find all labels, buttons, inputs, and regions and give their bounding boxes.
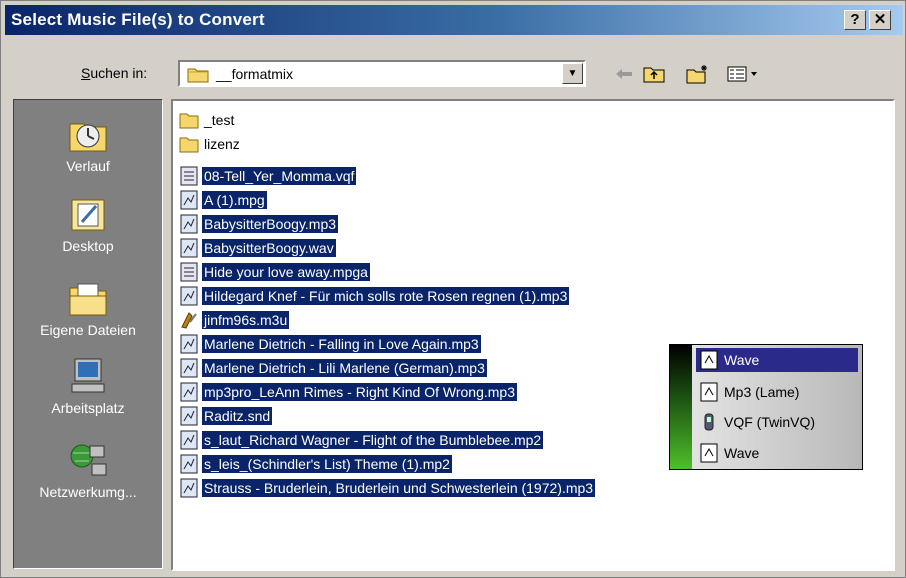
list-item[interactable]: Hide your love away.mpga [179, 261, 370, 283]
places-bar: Verlauf Desktop Eigene Dateien Arbeitspl… [13, 99, 163, 569]
audio-file-icon [180, 334, 198, 354]
list-item[interactable]: Raditz.snd [179, 405, 273, 427]
place-label: Arbeitsplatz [51, 400, 125, 416]
file-name: s_laut_Richard Wagner - Flight of the Bu… [202, 431, 544, 449]
file-name: 08-Tell_Yer_Momma.vqf [202, 167, 357, 185]
desktop-icon [71, 199, 105, 231]
file-name: BabysitterBoogy.wav [202, 239, 336, 257]
menu-item-wave[interactable]: Wave [696, 348, 858, 372]
file-name: lizenz [204, 136, 240, 152]
folder-icon [187, 66, 209, 86]
list-item[interactable]: A (1).mpg [179, 189, 267, 211]
list-item[interactable]: Marlene Dietrich - Lili Marlene (German)… [179, 357, 487, 379]
wave-icon [700, 382, 718, 402]
audio-file-icon [180, 454, 198, 474]
vqf-icon [704, 413, 714, 431]
audio-file-icon [180, 358, 198, 378]
menu-item-label: Wave [724, 352, 760, 368]
list-item[interactable]: BabysitterBoogy.wav [179, 237, 336, 259]
vqf-file-icon [180, 166, 198, 186]
file-name: Hildegard Knef - Für mich solls rote Ros… [202, 287, 570, 305]
wave-icon [700, 443, 718, 463]
close-button[interactable]: ✕ [869, 10, 891, 30]
list-item[interactable]: mp3pro_LeAnn Rimes - Right Kind Of Wrong… [179, 381, 517, 403]
list-item[interactable]: s_laut_Richard Wagner - Flight of the Bu… [179, 429, 544, 451]
list-item[interactable]: BabysitterBoogy.mp3 [179, 213, 339, 235]
list-item[interactable]: s_leis_(Schindler's List) Theme (1).mp2 [179, 453, 452, 475]
place-desktop[interactable]: Desktop [14, 194, 162, 254]
audio-file-icon [180, 430, 198, 450]
folder-icon [179, 113, 199, 129]
folder-icon [179, 137, 199, 153]
audio-file-icon [180, 286, 198, 306]
place-label: Verlauf [66, 158, 110, 174]
place-my-computer[interactable]: Arbeitsplatz [14, 356, 162, 416]
place-network[interactable]: Netzwerkumg... [14, 440, 162, 500]
vqf-file-icon [180, 262, 198, 282]
menu-item-mp3-lame[interactable]: Mp3 (Lame) [696, 380, 858, 404]
history-icon [69, 123, 107, 152]
look-in-accesskey: S [81, 65, 91, 81]
list-item[interactable]: 08-Tell_Yer_Momma.vqf [179, 165, 357, 187]
file-name: Raditz.snd [202, 407, 273, 425]
new-folder-icon [686, 65, 707, 84]
audio-file-icon [180, 478, 198, 498]
file-name: Strauss - Bruderlein, Bruderlein und Sch… [202, 479, 596, 497]
place-label: Desktop [62, 238, 114, 254]
network-icon [70, 444, 107, 476]
back-button[interactable] [611, 61, 637, 87]
file-name: jinfm96s.m3u [202, 311, 290, 329]
menu-item-label: Wave [724, 445, 760, 461]
file-name: Hide your love away.mpga [202, 263, 370, 281]
look-in-label: Suchen in: [81, 65, 147, 81]
wave-icon [700, 350, 718, 370]
view-list-icon [727, 66, 757, 82]
list-item[interactable]: Strauss - Bruderlein, Bruderlein und Sch… [179, 477, 596, 499]
window-title: Select Music File(s) to Convert [11, 10, 265, 29]
audio-file-icon [180, 382, 198, 402]
list-item[interactable]: lizenz [179, 133, 242, 155]
help-button[interactable]: ? [844, 10, 866, 30]
list-item[interactable]: Marlene Dietrich - Falling in Love Again… [179, 333, 481, 355]
look-in-dropdown[interactable]: __formatmix ▼ [178, 60, 586, 87]
list-item[interactable]: _test [179, 109, 236, 131]
menu-item-label: VQF (TwinVQ) [724, 414, 816, 430]
menu-item-vqf[interactable]: VQF (TwinVQ) [696, 410, 858, 434]
file-name: Marlene Dietrich - Lili Marlene (German)… [202, 359, 487, 377]
look-in-value: __formatmix [216, 66, 294, 82]
file-name: BabysitterBoogy.mp3 [202, 215, 339, 233]
place-label: Netzwerkumg... [39, 484, 137, 500]
my-computer-icon [71, 358, 105, 393]
look-in-label-text: uchen in: [90, 65, 148, 81]
list-item[interactable]: Hildegard Knef - Für mich solls rote Ros… [179, 285, 570, 307]
audio-file-icon [180, 406, 198, 426]
my-documents-icon [69, 283, 107, 316]
audio-file-icon [180, 214, 198, 234]
back-arrow-icon [616, 69, 632, 79]
view-menu-button[interactable] [725, 61, 761, 87]
place-history[interactable]: Verlauf [14, 114, 162, 174]
title-bar[interactable]: Select Music File(s) to Convert ? ✕ [5, 5, 903, 35]
place-my-documents[interactable]: Eigene Dateien [14, 278, 162, 338]
file-name: Marlene Dietrich - Falling in Love Again… [202, 335, 481, 353]
file-name: s_leis_(Schindler's List) Theme (1).mp2 [202, 455, 452, 473]
menu-item-label: Mp3 (Lame) [724, 384, 800, 400]
file-name: mp3pro_LeAnn Rimes - Right Kind Of Wrong… [202, 383, 517, 401]
audio-file-icon [180, 238, 198, 258]
audio-file-icon [180, 190, 198, 210]
select-music-dialog: Select Music File(s) to Convert ? ✕ Such… [0, 0, 906, 578]
new-folder-button[interactable] [685, 61, 711, 87]
format-popup-menu: Wave Mp3 (Lame) VQF (TwinVQ) Wave [669, 344, 863, 470]
place-label: Eigene Dateien [40, 322, 136, 338]
chevron-down-icon[interactable]: ▼ [562, 63, 583, 84]
file-list[interactable]: _test lizenz 08-Tell_Yer_Momma.vqf A (1)… [171, 99, 895, 571]
menu-item-wave-2[interactable]: Wave [696, 441, 858, 465]
file-name: _test [204, 112, 235, 128]
file-name: A (1).mpg [202, 191, 267, 209]
playlist-file-icon [181, 312, 197, 329]
up-folder-button[interactable] [641, 61, 667, 87]
list-item[interactable]: jinfm96s.m3u [179, 309, 290, 331]
up-folder-icon [643, 67, 665, 83]
popup-side-strip [670, 345, 692, 469]
